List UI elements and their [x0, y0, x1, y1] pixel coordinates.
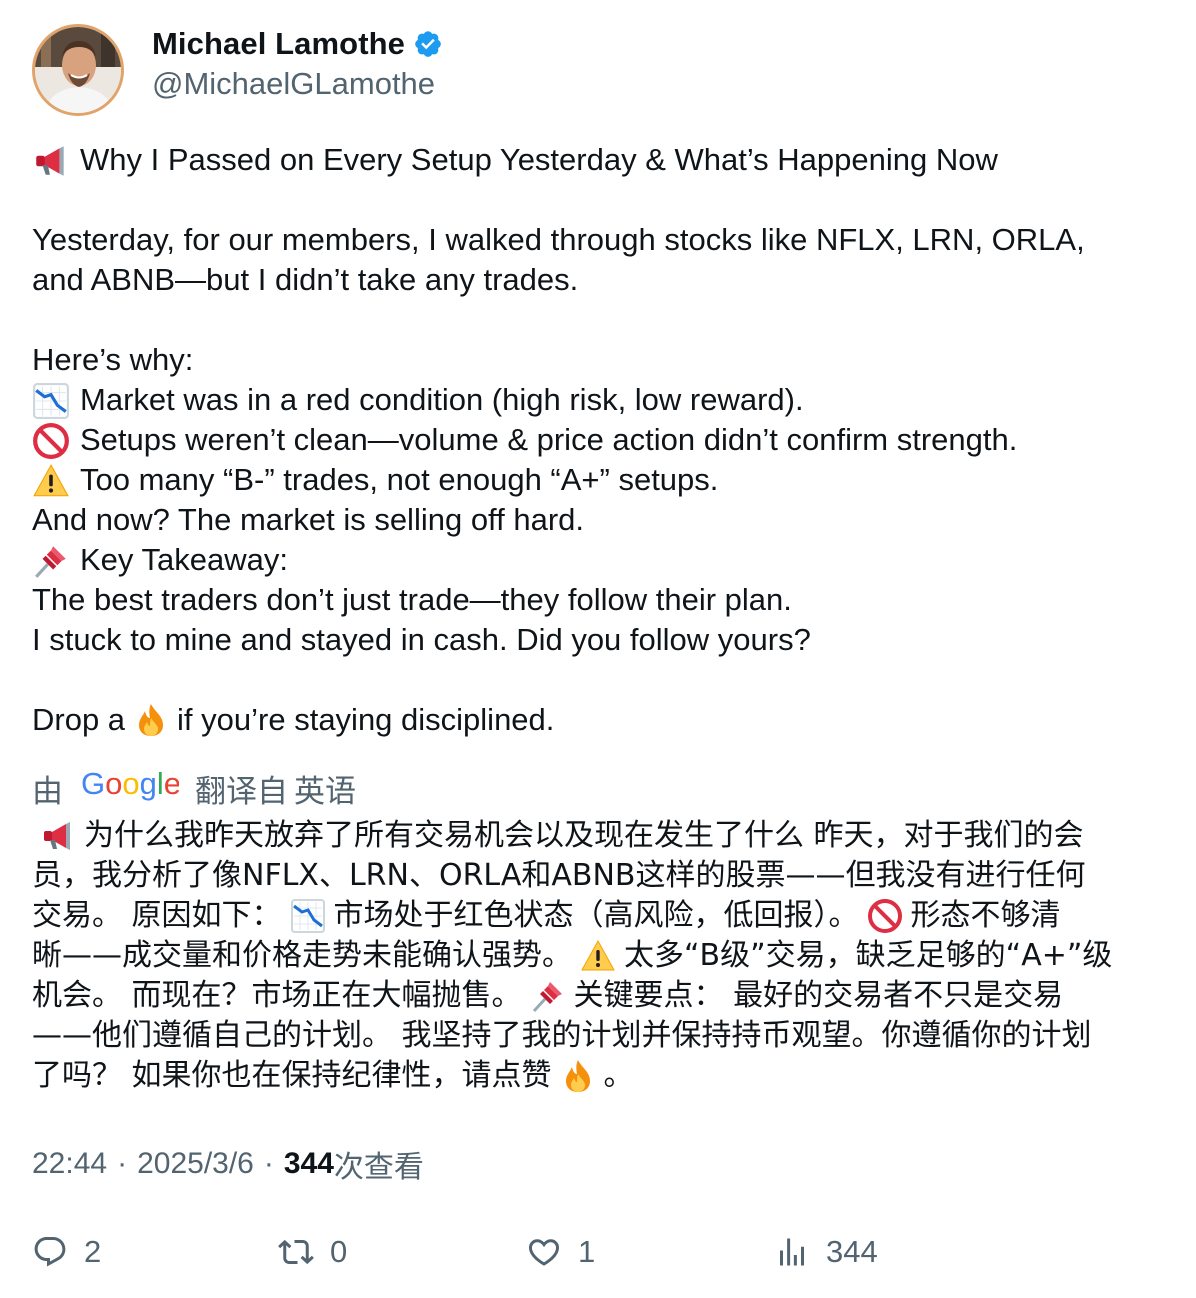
like-count: 1 — [578, 1234, 596, 1269]
megaphone-icon — [32, 142, 70, 178]
warning-icon — [32, 462, 70, 498]
avatar[interactable] — [32, 24, 124, 116]
post-line-text: Market was in a red condition (high risk… — [80, 382, 804, 417]
svg-text:Google: Google — [81, 767, 179, 801]
translated-line: 员，我分析了像NFLX、LRN、ORLA和ABNB这样的股票——但我没有进行任何 — [32, 856, 1172, 896]
translated-line-text: 员，我分析了像NFLX、LRN、ORLA和ABNB这样的股票——但我没有进行任何 — [32, 858, 1086, 893]
post-line — [32, 300, 1172, 340]
post-line-text: Setups weren’t clean—volume & price acti… — [80, 422, 1018, 457]
views-count: 344 — [283, 1147, 334, 1180]
translation-attribution: 由 Google 翻译自 英语 — [32, 764, 356, 812]
translated-line-text: 了吗？ 如果你也在保持纪律性，请点赞 — [32, 1058, 552, 1093]
translated-by-label: 由 — [32, 773, 63, 809]
heart-icon — [528, 1239, 560, 1266]
warning-icon — [580, 938, 616, 974]
post-line-text: And now? The market is selling off hard. — [32, 502, 584, 537]
post-line: Too many “B-” trades, not enough “A+” se… — [32, 460, 1172, 500]
post-line: Key Takeaway: — [32, 540, 1172, 580]
translated-text: 为什么我昨天放弃了所有交易机会以及现在发生了什么 昨天，对于我们的会员，我分析了… — [32, 816, 1172, 1096]
prohibited-icon — [32, 422, 70, 459]
avatar-image — [35, 27, 121, 113]
translated-line: 交易。 原因如下： 市场处于红色状态（高风险，低回报）。 形态不够清 — [32, 896, 1172, 936]
post-line: The best traders don’t just trade—they f… — [32, 580, 1172, 620]
translated-line-text: 。 — [603, 1058, 634, 1093]
fire-icon — [560, 1058, 596, 1094]
post-line: Here’s why: — [32, 340, 1172, 380]
translated-line-text: ——他们遵循自己的计划。 我坚持了我的计划并保持持币观望。你遵循你的计划 — [32, 1018, 1092, 1053]
like-button[interactable]: 1 — [526, 1228, 595, 1276]
post-line: Setups weren’t clean—volume & price acti… — [32, 420, 1172, 460]
translated-line-text: 市场处于红色状态（高风险，低回报）。 — [333, 898, 859, 933]
source-language[interactable]: 英语 — [294, 766, 356, 811]
post-line: and ABNB—but I didn’t take any trades. — [32, 260, 1172, 300]
chart-decreasing-icon — [290, 898, 326, 934]
post-line-text: I stuck to mine and stayed in cash. Did … — [32, 622, 811, 657]
reply-icon — [34, 1237, 66, 1267]
post-date[interactable]: 2025/3/6 — [137, 1147, 254, 1181]
post-line-text: The best traders don’t just trade—they f… — [32, 582, 792, 617]
chart-decreasing-icon — [32, 382, 70, 419]
post-line — [32, 180, 1172, 220]
fire-icon — [133, 702, 169, 738]
verified-badge-icon[interactable] — [413, 29, 443, 59]
post-time[interactable]: 22:44 — [32, 1147, 107, 1181]
translated-line: 了吗？ 如果你也在保持纪律性，请点赞 。 — [32, 1056, 1172, 1096]
repost-count: 0 — [330, 1234, 348, 1269]
views-action-count: 344 — [826, 1234, 878, 1269]
views-button[interactable]: 344 — [774, 1228, 878, 1276]
meta-separator: · — [117, 1147, 128, 1180]
post-meta: 22:44 · 2025/3/6 · 344 次查看 — [32, 1142, 424, 1186]
post-line: Why I Passed on Every Setup Yesterday & … — [32, 140, 1172, 180]
translated-line: 机会。 而现在？市场正在大幅抛售。 关键要点： 最好的交易者不只是交易 — [32, 976, 1172, 1016]
translated-line: 晰——成交量和价格走势未能确认强势。 太多“B级”交易，缺乏足够的“A+”级 — [32, 936, 1172, 976]
pushpin-icon — [530, 978, 566, 1014]
translated-line: 为什么我昨天放弃了所有交易机会以及现在发生了什么 昨天，对于我们的会 — [32, 816, 1172, 856]
post-line-text: and ABNB—but I didn’t take any trades. — [32, 262, 579, 297]
post-line: Drop a if you’re staying disciplined. — [32, 700, 1172, 740]
reply-count: 2 — [84, 1234, 102, 1269]
translated-line-text: 形态不够清 — [910, 898, 1061, 933]
post-line: I stuck to mine and stayed in cash. Did … — [32, 620, 1172, 660]
translated-line-text: 为什么我昨天放弃了所有交易机会以及现在发生了什么 昨天，对于我们的会 — [84, 818, 1084, 853]
post-line: Yesterday, for our members, I walked thr… — [32, 220, 1172, 260]
megaphone-icon — [40, 818, 76, 854]
translated-line-text: 晰——成交量和价格走势未能确认强势。 — [32, 938, 572, 973]
google-logo: Google — [81, 766, 181, 809]
meta-separator: · — [263, 1147, 274, 1180]
post-line — [32, 660, 1172, 700]
post-line-text: if you’re staying disciplined. — [177, 702, 555, 737]
prohibited-icon — [867, 898, 903, 934]
post-line: Market was in a red condition (high risk… — [32, 380, 1172, 420]
post-line-text: Why I Passed on Every Setup Yesterday & … — [80, 142, 998, 177]
post-line-text: Here’s why: — [32, 342, 194, 377]
post-line-text: Too many “B-” trades, not enough “A+” se… — [80, 462, 719, 497]
translated-from-label: 翻译自 — [195, 773, 288, 809]
handle[interactable]: @MichaelGLamothe — [152, 64, 552, 104]
action-bar: 2 0 1 344 — [32, 1228, 1172, 1276]
translated-line: ——他们遵循自己的计划。 我坚持了我的计划并保持持币观望。你遵循你的计划 — [32, 1016, 1172, 1056]
pushpin-icon — [32, 542, 70, 578]
views-label: 次查看 — [333, 1151, 424, 1184]
display-name[interactable]: Michael Lamothe — [152, 26, 405, 62]
repost-button[interactable]: 0 — [278, 1228, 347, 1276]
post-line-text: Key Takeaway: — [80, 542, 288, 577]
translated-line-text: 机会。 而现在？市场正在大幅抛售。 — [32, 978, 522, 1013]
repost-icon — [278, 1239, 314, 1265]
post-text: Why I Passed on Every Setup Yesterday & … — [32, 140, 1172, 740]
translated-line-text: 交易。 原因如下： — [32, 898, 282, 933]
analytics-icon — [780, 1238, 804, 1266]
post-header: Michael Lamothe @MichaelGLamothe — [32, 24, 441, 120]
post-line: And now? The market is selling off hard. — [32, 500, 1172, 540]
reply-button[interactable]: 2 — [32, 1228, 101, 1276]
post-line-text: Yesterday, for our members, I walked thr… — [32, 222, 1085, 257]
post-line-text: Drop a — [32, 702, 126, 737]
translated-line-text: 关键要点： 最好的交易者不只是交易 — [573, 978, 1064, 1013]
translated-line-text: 太多“B级”交易，缺乏足够的“A+”级 — [624, 938, 1113, 973]
